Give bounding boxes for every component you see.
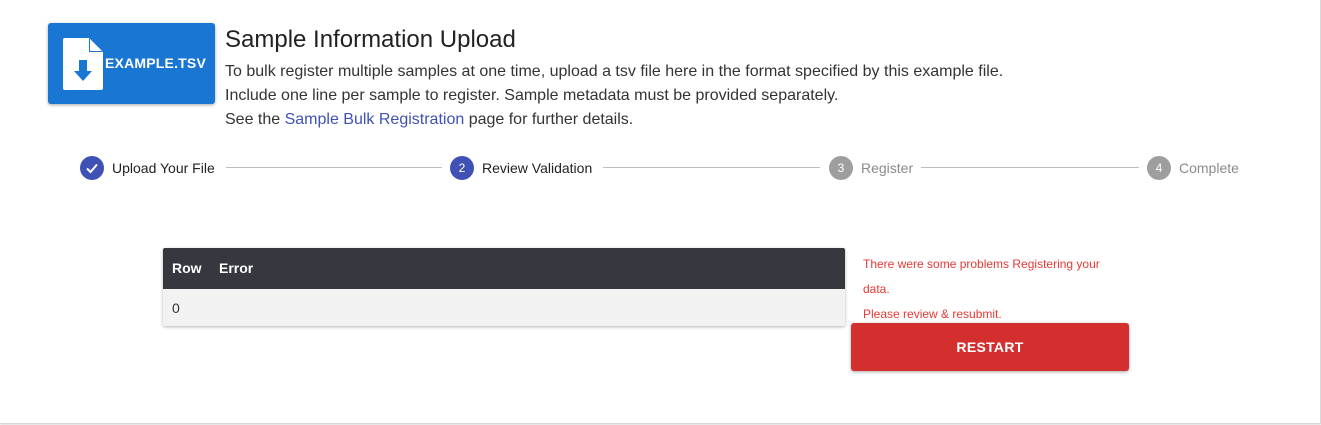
file-download-icon (63, 38, 103, 90)
check-icon (80, 156, 104, 180)
step-review-validation[interactable]: 2 Review Validation (450, 156, 592, 180)
description-line-2: Include one line per sample to register.… (225, 87, 839, 104)
step-label: Review Validation (482, 160, 593, 176)
error-message-line-1: There were some problems Registering you… (863, 257, 1100, 296)
cell-row: 0 (172, 300, 180, 316)
example-tsv-download-button[interactable]: EXAMPLE.TSV (48, 23, 215, 104)
description-suffix: page for further details. (464, 111, 634, 128)
column-header-error[interactable]: Error (219, 260, 253, 276)
description-line-3: See the Sample Bulk Registration page fo… (225, 111, 633, 129)
step-number: 2 (450, 156, 474, 180)
step-label: Register (861, 160, 914, 176)
step-register[interactable]: 3 Register (829, 156, 913, 180)
step-number: 3 (829, 156, 853, 180)
table-row: 0 (163, 289, 845, 326)
description-prefix: See the (225, 111, 285, 128)
step-connector (921, 167, 1139, 168)
step-connector (226, 167, 442, 168)
sample-bulk-registration-link[interactable]: Sample Bulk Registration (285, 111, 465, 128)
step-complete[interactable]: 4 Complete (1147, 156, 1239, 180)
table-header: Row Error (163, 248, 845, 289)
step-label: Upload Your File (112, 160, 215, 176)
description-line-1: To bulk register multiple samples at one… (225, 63, 1004, 80)
step-upload-your-file[interactable]: Upload Your File (80, 156, 215, 180)
stepper: Upload Your File 2 Review Validation 3 R… (0, 154, 1321, 182)
page-title: Sample Information Upload (225, 26, 516, 53)
column-header-row[interactable]: Row (172, 260, 202, 276)
restart-button[interactable]: RESTART (851, 323, 1129, 371)
example-tsv-label: EXAMPLE.TSV (105, 55, 206, 71)
step-connector (603, 167, 820, 168)
step-number: 4 (1147, 156, 1171, 180)
error-message: There were some problems Registering you… (863, 252, 1123, 327)
step-label: Complete (1179, 160, 1239, 176)
upload-card: EXAMPLE.TSV Sample Information Upload To… (0, 0, 1321, 424)
validation-error-table: Row Error 0 (163, 248, 845, 326)
